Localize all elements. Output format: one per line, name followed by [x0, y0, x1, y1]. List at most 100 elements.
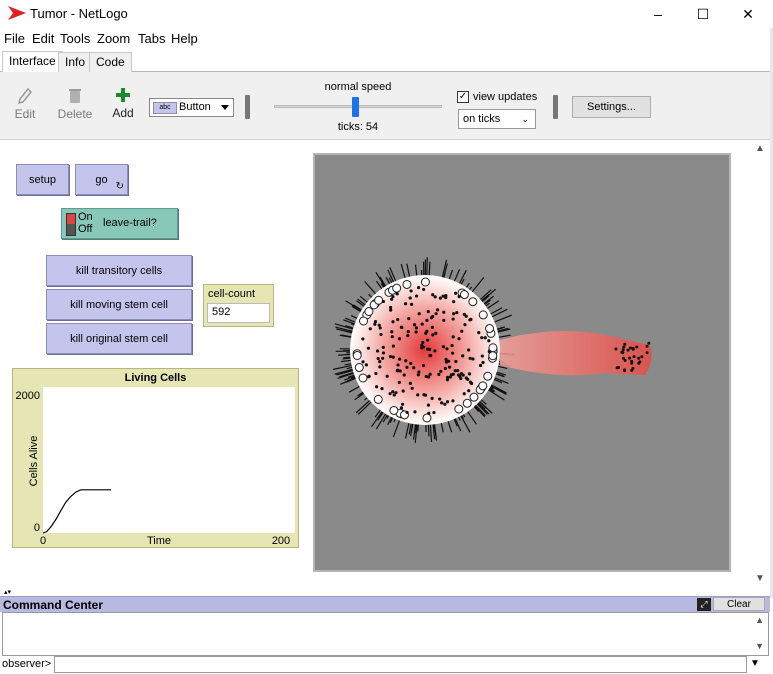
- tumor-cell-dot: [427, 411, 431, 415]
- scroll-up-icon[interactable]: ▲: [755, 143, 765, 154]
- kill-moving-stem-cell-button[interactable]: kill moving stem cell: [46, 289, 192, 320]
- monitor-value: 592: [207, 303, 270, 323]
- tumor-cell: [462, 398, 472, 408]
- delete-tool-button[interactable]: Delete: [57, 88, 93, 121]
- tumor-cell-dot: [375, 385, 379, 389]
- tumor-cell: [389, 405, 399, 415]
- menu-zoom[interactable]: Zoom: [97, 31, 130, 46]
- tumor-cell-dot: [400, 402, 405, 406]
- tumor-cell-dot: [380, 387, 384, 391]
- menu-file[interactable]: File: [4, 31, 25, 46]
- tab-code[interactable]: Code: [89, 52, 132, 72]
- tumor-cell-dot: [452, 312, 456, 316]
- tumor-cell-dot: [468, 356, 472, 360]
- update-mode-dropdown[interactable]: on ticks ⌄: [458, 109, 536, 129]
- close-button[interactable]: ✕: [725, 0, 771, 28]
- tumor-cell-dot: [445, 375, 450, 379]
- plot-xlabel: Time: [147, 535, 171, 547]
- edit-tool-button[interactable]: Edit: [12, 87, 38, 121]
- menu-help[interactable]: Help: [171, 31, 198, 46]
- output-scroll-up-icon[interactable]: ▲: [755, 615, 764, 625]
- command-input[interactable]: [54, 656, 747, 673]
- migrating-cell-dot: [640, 355, 644, 359]
- living-cells-plot: Living Cells 2000 0 0 200 Time Cells Ali…: [12, 368, 299, 548]
- tumor-cell-dot: [408, 296, 412, 300]
- go-label: go: [95, 173, 108, 186]
- tumor-cell-dot: [433, 349, 437, 353]
- tumor-cell: [373, 394, 383, 404]
- tumor-cell-dot: [423, 393, 428, 397]
- tumor-cell-dot: [405, 410, 409, 415]
- forever-loop-icon: ↻: [115, 181, 124, 192]
- setup-button[interactable]: setup: [16, 164, 69, 195]
- tumor-cell-dot: [466, 377, 470, 381]
- tumor-cell-dot: [487, 349, 491, 354]
- tumor-cell-dot: [398, 357, 402, 361]
- observer-prompt[interactable]: observer>: [2, 658, 51, 670]
- menu-tools[interactable]: Tools: [60, 31, 90, 46]
- add-tool-button[interactable]: Add: [110, 87, 136, 120]
- minimize-button[interactable]: –: [635, 0, 681, 28]
- migrating-cell-dot: [630, 359, 634, 363]
- maximize-button[interactable]: ☐: [680, 0, 726, 28]
- menu-edit[interactable]: Edit: [32, 31, 54, 46]
- tumor-cell-dot: [483, 336, 487, 340]
- plus-icon: [116, 88, 130, 102]
- tumor-cell-dot: [431, 314, 435, 319]
- tab-interface[interactable]: Interface: [2, 51, 63, 73]
- tumor-cell-dot: [463, 322, 467, 327]
- kill-transitory-cells-button[interactable]: kill transitory cells: [46, 255, 192, 286]
- scroll-down-icon[interactable]: ▼: [755, 573, 765, 584]
- tumor-cell: [364, 307, 374, 317]
- command-history-dropdown[interactable]: ▼: [748, 658, 762, 672]
- migrating-cell-dot: [617, 365, 621, 369]
- migrating-cell-dot: [631, 366, 635, 370]
- tumor-cell-dot: [446, 359, 451, 363]
- tumor-cell-dot: [442, 310, 446, 314]
- update-mode-value: on ticks: [463, 113, 501, 125]
- clear-button[interactable]: Clear: [713, 597, 765, 611]
- tumor-cell-dot: [409, 289, 413, 293]
- tumor-cell-dot: [378, 326, 382, 330]
- tumor-cell-dot: [454, 291, 458, 295]
- widget-type-dropdown[interactable]: abc Button: [149, 98, 234, 117]
- tumor-cell-dot: [379, 332, 383, 337]
- tumor-cell: [420, 277, 430, 287]
- menu-tabs[interactable]: Tabs: [138, 31, 165, 46]
- tumor-cell-dot: [444, 294, 448, 298]
- tumor-cell-dot: [481, 360, 485, 365]
- tumor-cell-dot: [417, 312, 421, 316]
- tumor-cell-dot: [378, 365, 382, 369]
- tumor-cell-dot: [413, 410, 417, 414]
- maximize-icon: ☐: [696, 5, 710, 22]
- tumor-cell: [478, 381, 488, 391]
- view-updates-label: view updates: [473, 91, 538, 103]
- tumor-cell-dot: [373, 322, 377, 326]
- tumor-cell-dot: [433, 295, 437, 299]
- chevron-down-icon: [221, 105, 229, 110]
- tab-info[interactable]: Info: [58, 52, 93, 72]
- command-output-area[interactable]: ▲ ▼: [2, 612, 769, 656]
- expand-icon[interactable]: ⤢: [697, 598, 711, 611]
- tumor-cell: [374, 295, 384, 305]
- settings-button[interactable]: Settings...: [572, 96, 651, 118]
- tumor-cell-dot: [441, 345, 446, 349]
- tumor-cell: [354, 363, 364, 373]
- world-view[interactable]: [313, 153, 731, 572]
- tumor-cell-dot: [426, 310, 430, 314]
- speed-slider-handle[interactable]: [352, 97, 359, 117]
- tumor-cell-dot: [444, 357, 448, 361]
- leave-trail-switch[interactable]: On Off leave-trail?: [61, 208, 178, 239]
- migrating-cell-dot: [632, 355, 636, 359]
- tumor-cell-dot: [397, 337, 402, 341]
- migrating-cell-dot: [637, 361, 641, 365]
- tumor-cell-dot: [416, 393, 420, 397]
- interface-vertical-scrollbar[interactable]: ▲ ▼: [752, 141, 770, 591]
- tumor-cell-dot: [431, 293, 435, 297]
- tumor-cell-dot: [451, 335, 455, 339]
- go-button[interactable]: go ↻: [75, 164, 128, 195]
- view-updates-checkbox[interactable]: ✓: [457, 91, 469, 103]
- kill-original-stem-cell-button[interactable]: kill original stem cell: [46, 323, 192, 354]
- tumor-cell-dot: [471, 357, 475, 361]
- output-scroll-down-icon[interactable]: ▼: [755, 641, 764, 651]
